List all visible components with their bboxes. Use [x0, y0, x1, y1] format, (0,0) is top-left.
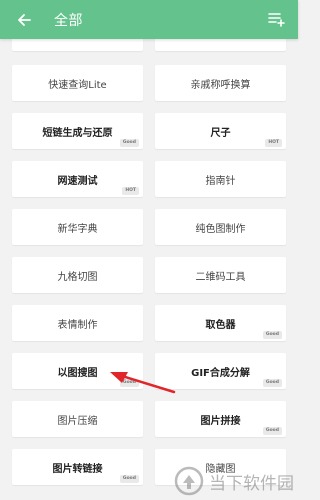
tool-tile-badge: Good	[262, 331, 282, 339]
tool-tile-label: 指南针	[205, 175, 236, 187]
watermark: 当下软件园	[174, 466, 294, 496]
tool-tile[interactable]: 二维码工具	[155, 257, 286, 293]
playlist-add-icon	[268, 13, 285, 27]
tool-tile[interactable]: 快速查询Lite	[12, 65, 143, 101]
page-title: 全部	[54, 12, 83, 29]
tool-grid: 快速查询Lite 亲戚称呼换算短链生成与还原 Good 尺子 HOT 网速测试 HOT 指南针…	[0, 39, 298, 500]
tool-tile-badge: Good	[262, 379, 282, 387]
tool-tile-label: 九格切图	[57, 271, 98, 283]
watermark-text: 当下软件园	[209, 473, 294, 494]
tool-tile[interactable]: 图片压缩	[12, 401, 143, 437]
tool-tile-label: 图片拼接	[200, 415, 241, 427]
tool-tile-label: 图片压缩	[57, 415, 98, 427]
tool-tile-label: 亲戚称呼换算	[190, 79, 251, 91]
tool-tile[interactable]: 图片拼接 Good	[155, 401, 286, 437]
tool-tile-label: 图片转链接	[52, 463, 103, 475]
red-pointer-arrow	[110, 372, 176, 394]
tool-tile[interactable]: 亲戚称呼换算	[155, 65, 286, 101]
tool-tile[interactable]: 纯色图制作	[155, 209, 286, 245]
back-button[interactable]	[10, 6, 38, 34]
tool-tile-label: 纯色图制作	[195, 223, 246, 235]
tool-tile-label: 尺子	[210, 127, 231, 139]
tool-tile-badge: Good	[119, 139, 139, 147]
app-bar: 全部	[0, 0, 298, 39]
tool-tile-label: 以图搜图	[57, 367, 98, 379]
tool-tile[interactable]: 网速测试 HOT	[12, 161, 143, 197]
tool-tile-label: 二维码工具	[195, 271, 246, 283]
tool-tile-label: 表情制作	[57, 319, 98, 331]
tool-tile-label: 新华字典	[57, 223, 98, 235]
tool-tile-label: GIF合成分解	[191, 367, 250, 379]
tool-tile-partial[interactable]	[12, 39, 143, 51]
watermark-logo-icon	[174, 466, 204, 496]
tool-tile[interactable]: 图片转链接 Good	[12, 449, 143, 485]
tool-tile[interactable]: 表情制作	[12, 305, 143, 341]
tool-tile-partial[interactable]	[155, 39, 286, 51]
tool-tile-badge: Good	[119, 475, 139, 483]
tool-tile-badge: Good	[262, 427, 282, 435]
tool-tile-label: 快速查询Lite	[48, 79, 107, 91]
tool-tile-label: 网速测试	[57, 175, 98, 187]
tool-tile[interactable]: 新华字典	[12, 209, 143, 245]
tool-tile[interactable]: 尺子 HOT	[155, 113, 286, 149]
tool-tile-label: 短链生成与还原	[42, 127, 113, 139]
tool-tile-label: 取色器	[205, 319, 236, 331]
tool-tile[interactable]: 取色器 Good	[155, 305, 286, 341]
arrow-left-icon	[18, 13, 31, 26]
tool-tile[interactable]: 九格切图	[12, 257, 143, 293]
tool-tile-badge: HOT	[122, 187, 139, 195]
tool-tile-badge: HOT	[265, 139, 282, 147]
tool-tile[interactable]: 指南针	[155, 161, 286, 197]
playlist-add-button[interactable]	[266, 9, 288, 29]
tool-tile[interactable]: 短链生成与还原 Good	[12, 113, 143, 149]
